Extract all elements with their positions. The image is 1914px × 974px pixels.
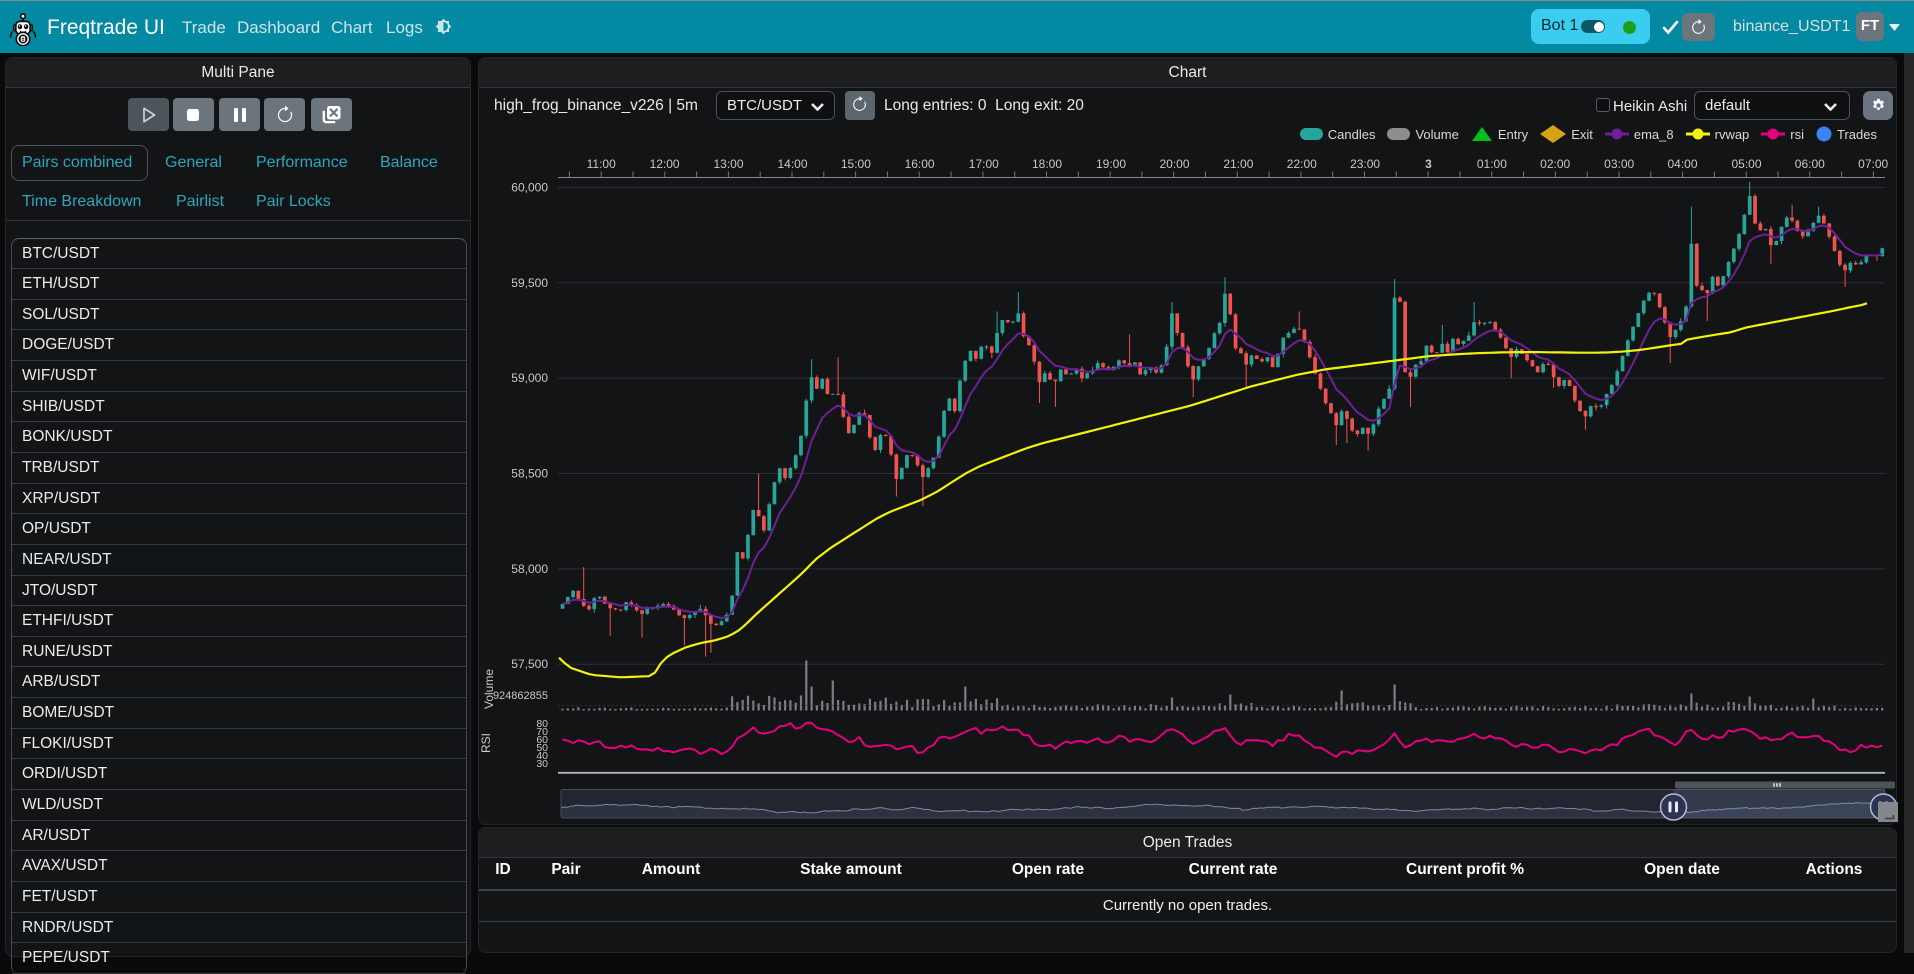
svg-text:02:00: 02:00 bbox=[1540, 157, 1570, 171]
svg-text:19:00: 19:00 bbox=[1096, 157, 1126, 171]
svg-text:16:00: 16:00 bbox=[905, 157, 935, 171]
svg-text:924862855: 924862855 bbox=[493, 690, 548, 702]
svg-text:59,000: 59,000 bbox=[511, 371, 548, 385]
svg-text:07:00: 07:00 bbox=[1858, 157, 1888, 171]
svg-text:3: 3 bbox=[1425, 157, 1432, 171]
svg-text:60,000: 60,000 bbox=[511, 181, 548, 195]
svg-text:30: 30 bbox=[536, 758, 548, 770]
svg-text:05:00: 05:00 bbox=[1731, 157, 1761, 171]
svg-text:03:00: 03:00 bbox=[1604, 157, 1634, 171]
svg-text:06:00: 06:00 bbox=[1795, 157, 1825, 171]
svg-text:59,500: 59,500 bbox=[511, 276, 548, 290]
svg-text:12:00: 12:00 bbox=[650, 157, 680, 171]
svg-text:58,000: 58,000 bbox=[511, 562, 548, 576]
svg-text:21:00: 21:00 bbox=[1223, 157, 1253, 171]
svg-text:23:00: 23:00 bbox=[1350, 157, 1380, 171]
svg-text:58,500: 58,500 bbox=[511, 467, 548, 481]
svg-text:RSI: RSI bbox=[479, 733, 493, 753]
svg-text:17:00: 17:00 bbox=[969, 157, 999, 171]
svg-text:15:00: 15:00 bbox=[841, 157, 871, 171]
svg-text:57,500: 57,500 bbox=[511, 657, 548, 671]
svg-text:14:00: 14:00 bbox=[777, 157, 807, 171]
svg-text:Volume: Volume bbox=[482, 669, 496, 709]
svg-text:20:00: 20:00 bbox=[1159, 157, 1189, 171]
svg-text:13:00: 13:00 bbox=[713, 157, 743, 171]
svg-text:22:00: 22:00 bbox=[1287, 157, 1317, 171]
svg-text:18:00: 18:00 bbox=[1032, 157, 1062, 171]
svg-text:04:00: 04:00 bbox=[1667, 157, 1697, 171]
svg-text:11:00: 11:00 bbox=[587, 157, 616, 171]
svg-text:01:00: 01:00 bbox=[1477, 157, 1507, 171]
